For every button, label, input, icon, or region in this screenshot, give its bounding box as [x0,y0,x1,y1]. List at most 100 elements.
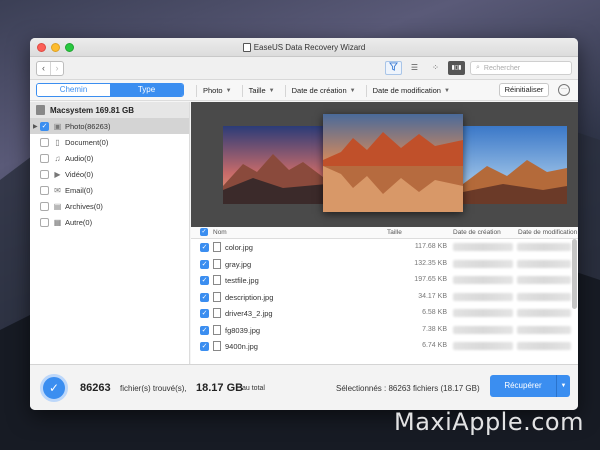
checkbox[interactable]: ✓ [200,276,209,285]
forward-button[interactable]: › [50,61,63,75]
tab-type[interactable]: Type [110,84,183,96]
sidebar-item-label: Email(0) [65,185,93,195]
table-row[interactable]: ✓ gray.jpg 132.35 KB [191,256,578,273]
divider [196,84,197,97]
blurred-created-date [453,276,513,284]
preview-thumbnail[interactable] [463,126,567,204]
checkbox[interactable] [40,185,49,195]
preview-thumbnail-selected[interactable] [323,114,463,212]
file-name: fg8039.jpg [225,325,261,335]
checkbox[interactable]: ✓ [200,325,209,335]
filter-size-dropdown[interactable]: Taille ▼ [249,86,275,95]
chevron-down-icon: ▼ [225,87,232,94]
column-created[interactable]: Date de création [453,229,501,236]
divider [284,84,286,97]
checkbox[interactable]: ✓ [200,342,209,351]
blurred-created-date [453,309,513,317]
blurred-modified-date [517,292,571,301]
table-row[interactable]: ✓ testfile.jpg 197.65 KB [191,272,578,289]
blurred-modified-date [517,259,571,268]
preview-thumbnail[interactable] [223,126,327,204]
back-button[interactable]: ‹ [37,62,50,75]
app-icon [242,42,251,52]
video-icon: ▶ [54,169,61,179]
recover-button[interactable]: Récupérer ▼ [490,375,570,397]
close-button[interactable] [37,43,46,52]
sidebar-item-video[interactable]: ▶ Vidéo(0) [30,166,189,182]
filter-created-dropdown[interactable]: Date de création ▼ [292,86,356,95]
scan-complete-check-icon: ✓ [40,374,68,402]
grid-view-icon[interactable]: ⁘ [427,61,444,75]
found-label: fichier(s) trouvé(s), [120,384,187,393]
checkbox[interactable]: ✓ [200,309,209,318]
checkbox[interactable] [40,137,49,147]
sidebar-item-photo[interactable]: ▶ ✓ ▣ Photo(86263) [30,118,189,134]
checkbox[interactable]: ✓ [200,292,209,302]
chevron-down-icon: ▼ [443,87,450,94]
sidebar-item-other[interactable]: ▦ Autre(0) [30,214,189,230]
divider [365,84,367,97]
file-table: ✓ Nom Taille Date de création Date de mo… [191,227,578,364]
tab-chemin[interactable]: Chemin [37,84,110,96]
sidebar-item-email[interactable]: ✉ Email(0) [30,182,189,198]
checkbox[interactable]: ✓ [40,121,49,131]
sidebar-item-label: Audio(0) [65,153,94,163]
sidebar-item-archives[interactable]: ▤ Archives(0) [30,198,189,214]
sidebar-item-document[interactable]: ▯ Document(0) [30,134,189,150]
column-size[interactable]: Taille [387,229,402,236]
table-row[interactable]: ✓ driver43_2.jpg 6.58 KB [191,305,578,322]
navigation-buttons: ‹ › [36,60,64,76]
filter-icon[interactable] [385,61,402,75]
sidebar-item-audio[interactable]: ♫ Audio(0) [30,150,189,166]
filmstrip-view-icon[interactable]: ▮▯▮ [448,61,465,75]
sidebar-item-label: Document(0) [65,137,109,147]
disclosure-arrow-icon[interactable]: ▶ [33,123,38,130]
select-all-checkbox[interactable]: ✓ [200,228,208,236]
drive-label: Macsystem 169.81 GB [50,105,135,115]
status-footer: ✓ 86263 fichier(s) trouvé(s), 18.17 GB a… [30,364,578,410]
checkbox[interactable]: ✓ [200,243,209,252]
image-file-icon [213,308,221,318]
minimize-button[interactable] [51,43,60,52]
image-file-icon [213,324,221,335]
reset-button[interactable]: Réinitialiser [499,83,549,97]
filter-size-label: Taille [248,86,266,95]
table-header: ✓ Nom Taille Date de création Date de mo… [191,227,578,239]
table-scrollbar[interactable] [572,239,577,309]
checkbox[interactable] [40,217,49,227]
more-options-icon[interactable]: ··· [558,84,570,96]
checkbox[interactable] [40,201,49,211]
chevron-down-icon[interactable]: ▼ [556,375,570,397]
table-row[interactable]: ✓ description.jpg 34.17 KB [191,289,578,306]
checkbox[interactable]: ✓ [200,259,209,269]
column-modified[interactable]: Date de modification [518,229,577,236]
view-tabs: Chemin Type [36,83,184,97]
filter-modified-label: Date de modification [372,86,441,95]
main-content: ✓ Nom Taille Date de création Date de mo… [191,102,578,364]
search-input[interactable]: ⌕ Rechercher [470,61,572,75]
list-view-icon[interactable]: ☰ [406,61,423,75]
chevron-down-icon: ▼ [268,87,275,94]
other-icon: ▦ [53,217,62,227]
filter-modified-dropdown[interactable]: Date de modification ▼ [373,86,450,95]
file-size: 197.65 KB [414,276,447,283]
app-window: EaseUS Data Recovery Wizard ‹ › ☰ ⁘ ▮▯▮ … [30,38,578,410]
blurred-modified-date [517,342,571,350]
column-name[interactable]: Nom [213,229,227,236]
table-row[interactable]: ✓ color.jpg 117.68 KB [191,239,578,256]
blurred-modified-date [517,276,571,284]
music-icon: ♫ [54,153,61,163]
drive-header[interactable]: Macsystem 169.81 GB [30,102,189,118]
table-row[interactable]: ✓ fg8039.jpg 7.38 KB [191,322,578,339]
file-size: 7.38 KB [422,325,447,333]
checkbox[interactable] [40,169,49,179]
maximize-button[interactable] [65,43,74,52]
funnel-icon [389,62,398,71]
image-file-icon [213,258,221,269]
table-row[interactable]: ✓ 9400n.jpg 6.74 KB [191,338,578,355]
sidebar-item-label: Photo(86263) [65,121,111,131]
file-name: testfile.jpg [225,276,259,285]
filter-photo-dropdown[interactable]: Photo ▼ [203,86,232,95]
checkbox[interactable] [40,153,49,163]
file-size: 6.58 KB [422,309,447,316]
